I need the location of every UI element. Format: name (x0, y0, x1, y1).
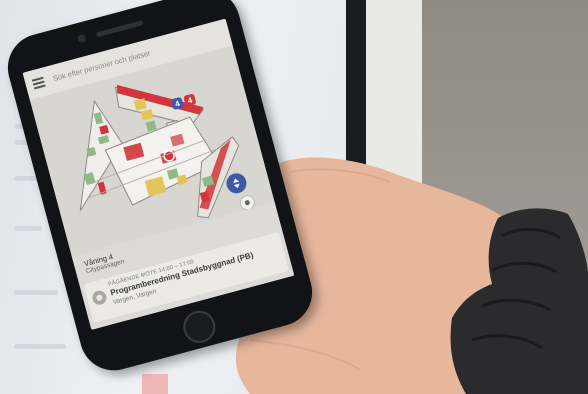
sleeve (450, 208, 588, 394)
